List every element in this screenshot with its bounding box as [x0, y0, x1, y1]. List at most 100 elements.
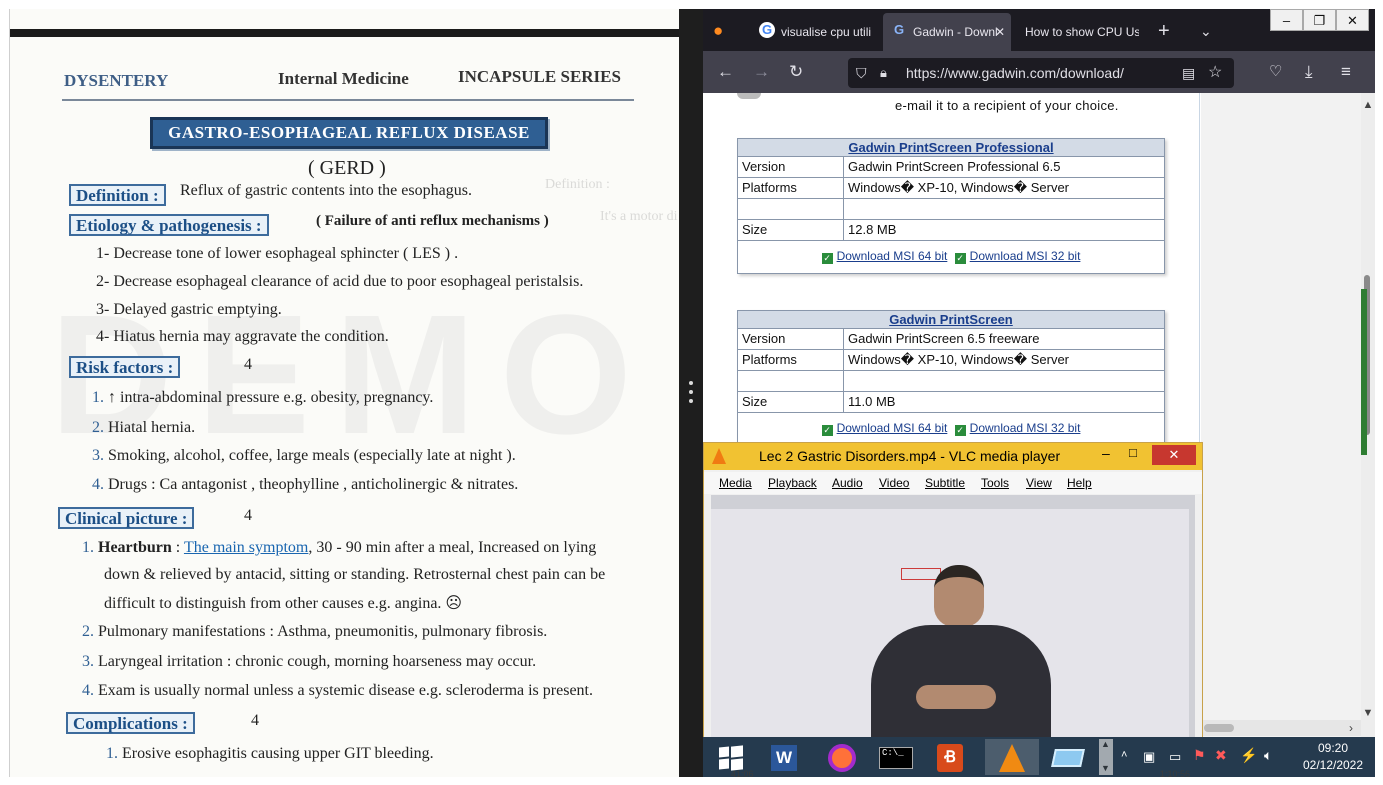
taskbar-overflow-scroll[interactable]: ▲ ▼ [1099, 739, 1113, 775]
action-center-flag-icon[interactable]: ⚑ [1193, 747, 1206, 764]
download-msi-64-link[interactable]: Download MSI 64 bit [837, 249, 948, 263]
show-hidden-icons-chevron[interactable]: ˄ [1121, 749, 1127, 761]
vlc-maximize-button[interactable]: □ [1129, 445, 1137, 460]
menu-media[interactable]: Media [719, 472, 752, 494]
word-icon: W [771, 745, 797, 771]
whiteboard-edge [1189, 509, 1195, 742]
power-icon[interactable]: ⚡ [1240, 747, 1257, 764]
window-minimize-button[interactable]: – [1270, 9, 1303, 31]
vlc-close-button[interactable]: ✕ [1152, 445, 1196, 465]
table-row: Size 12.8 MB [738, 220, 1164, 241]
menu-view[interactable]: View [1026, 472, 1052, 494]
clinical-item-number: 1. [82, 539, 94, 556]
risk-item-text: Smoking, alcohol, coffee, large meals (e… [108, 447, 516, 464]
clinical-item-text: Exam is usually normal unless a systemic… [98, 682, 593, 699]
download-msi-64-link[interactable]: Download MSI 64 bit [837, 421, 948, 435]
lock-icon[interactable]: 🔒︎ [880, 63, 887, 83]
product-title-link[interactable]: Gadwin PrintScreen Professional [738, 139, 1164, 157]
risk-item-number: 3. [92, 447, 104, 464]
row-key: Size [742, 394, 768, 409]
bookmark-star-icon[interactable]: ☆ [1208, 63, 1222, 83]
download-links: ✓ Download MSI 64 bit ✓ Download MSI 32 bi… [738, 241, 1164, 273]
video-frame[interactable] [711, 495, 1195, 742]
tab-gadwin[interactable]: G Gadwin - Downl ✕ [883, 13, 1011, 51]
table-row [738, 371, 1164, 392]
address-bar[interactable]: ⛉ 🔒︎ https://www.gadwin.com/download/ ▤ … [848, 58, 1234, 88]
etiology-item: 1- Decrease tone of lower esophageal sph… [96, 245, 459, 262]
clock[interactable]: 09:20 02/12/2022 [1291, 741, 1375, 772]
window-restore-button[interactable]: ❐ [1303, 9, 1336, 31]
url-text[interactable]: https://www.gadwin.com/download/ [906, 58, 1124, 88]
screen-capture-taskbar-button[interactable] [1041, 739, 1095, 775]
network-warning-icon[interactable]: ✖ [1215, 747, 1227, 764]
scroll-up-arrow-icon[interactable]: ▲ [1361, 95, 1375, 115]
split-view-divider[interactable] [679, 9, 703, 777]
divider-grip-handle[interactable] [689, 381, 693, 407]
download-msi-32-link[interactable]: Download MSI 32 bit [970, 249, 1081, 263]
menu-video[interactable]: Video [879, 472, 909, 494]
vlc-title-bar[interactable]: Lec 2 Gastric Disorders.mp4 - VLC media … [704, 443, 1202, 470]
table-row: Version Gadwin PrintScreen 6.5 freeware [738, 329, 1164, 350]
menu-playback[interactable]: Playback [768, 472, 817, 494]
download-msi-32-link[interactable]: Download MSI 32 bit [970, 421, 1081, 435]
clinical-item: 4. Exam is usually normal unless a syste… [82, 682, 593, 700]
download-links: ✓ Download MSI 64 bit ✓ Download MSI 32 bi… [738, 413, 1164, 445]
row-value: Gadwin PrintScreen Professional 6.5 [848, 159, 1061, 174]
clinical-item-number: 4. [82, 682, 94, 699]
vlc-minimize-button[interactable]: – [1102, 445, 1110, 461]
menu-tools[interactable]: Tools [981, 472, 1009, 494]
pdf-reader-taskbar-button[interactable]: Ꞗ [923, 739, 977, 775]
menu-audio[interactable]: Audio [832, 472, 863, 494]
tab-close-icon[interactable]: ✕ [995, 13, 1005, 51]
app-menu-hamburger-icon[interactable]: ≡ [1341, 62, 1351, 82]
table-row: Version Gadwin PrintScreen Professional 6… [738, 157, 1164, 178]
menu-help[interactable]: Help [1067, 472, 1092, 494]
vlc-icon [999, 744, 1025, 772]
tray-monitor-icon[interactable]: ▭ [1169, 749, 1181, 765]
vlc-cone-icon [712, 448, 726, 464]
main-symptom-link[interactable]: The main symptom [184, 539, 308, 556]
list-all-tabs-chevron-icon[interactable]: ⌄ [1200, 21, 1212, 41]
risk-item-number: 2. [92, 419, 104, 436]
lecturer-body [871, 625, 1051, 742]
scroll-right-arrow-icon[interactable]: › [1344, 718, 1358, 738]
downloads-icon[interactable]: ⤓ [1305, 62, 1313, 82]
etiology-label: Etiology & pathogenesis : [69, 214, 269, 236]
heartburn-term: Heartburn [98, 539, 172, 556]
tray-app-icon[interactable]: ▣ [1143, 749, 1155, 765]
forward-arrow-icon[interactable]: → [753, 62, 770, 82]
window-close-button[interactable]: ✕ [1336, 9, 1369, 31]
row-key: Platforms [742, 180, 797, 195]
table-row: Platforms Windows� XP-10, Windows� Server [738, 350, 1164, 371]
whiteboard-edge [711, 495, 1195, 509]
gadwin-favicon-icon: G [893, 22, 905, 37]
document-top-bar [10, 29, 679, 37]
new-tab-plus-icon[interactable]: + [1158, 21, 1170, 41]
reload-icon[interactable]: ↻ [789, 62, 803, 82]
tracking-shield-icon[interactable]: ⛉ [856, 63, 867, 83]
scroll-down-arrow-icon[interactable]: ▼ [1361, 703, 1375, 723]
bleed-through-text: It's a motor di [600, 209, 678, 224]
tab-visualise-cpu[interactable]: G visualise cpu utili [751, 13, 879, 51]
reader-view-icon[interactable]: ▤ [1182, 63, 1195, 83]
row-key: Version [742, 159, 786, 174]
firefox-menu-icon[interactable]: ● [713, 21, 723, 41]
header-left: DYSENTERY [64, 71, 169, 90]
menu-subtitle[interactable]: Subtitle [925, 472, 965, 494]
horizontal-scrollbar[interactable]: › [1200, 720, 1361, 736]
vlc-taskbar-button[interactable] [985, 739, 1039, 775]
document-title: Gastro-Esophageal Reflux Disease [150, 117, 548, 149]
cmd-taskbar-button[interactable]: C:\_ [869, 739, 923, 775]
vlc-window-title: Lec 2 Gastric Disorders.mp4 - VLC media … [759, 448, 1061, 464]
horizontal-scroll-thumb[interactable] [1204, 724, 1234, 732]
word-taskbar-button[interactable]: W [761, 739, 815, 775]
back-arrow-icon[interactable]: ← [717, 62, 734, 82]
product-title-link[interactable]: Gadwin PrintScreen [738, 311, 1164, 329]
volume-icon[interactable]: 🔈︎ [1264, 747, 1272, 764]
tab-how-to-show-cpu[interactable]: How to show CPU Us [1015, 13, 1139, 51]
firefox-taskbar-button[interactable] [815, 739, 869, 775]
vlc-window[interactable]: Lec 2 Gastric Disorders.mp4 - VLC media … [703, 442, 1203, 742]
risk-item-number: 1. [92, 389, 104, 406]
pdf-document-page[interactable]: DEMO VERSION Definition : It's a motor d… [9, 9, 679, 777]
pocket-icon[interactable]: ♡ [1269, 62, 1282, 82]
